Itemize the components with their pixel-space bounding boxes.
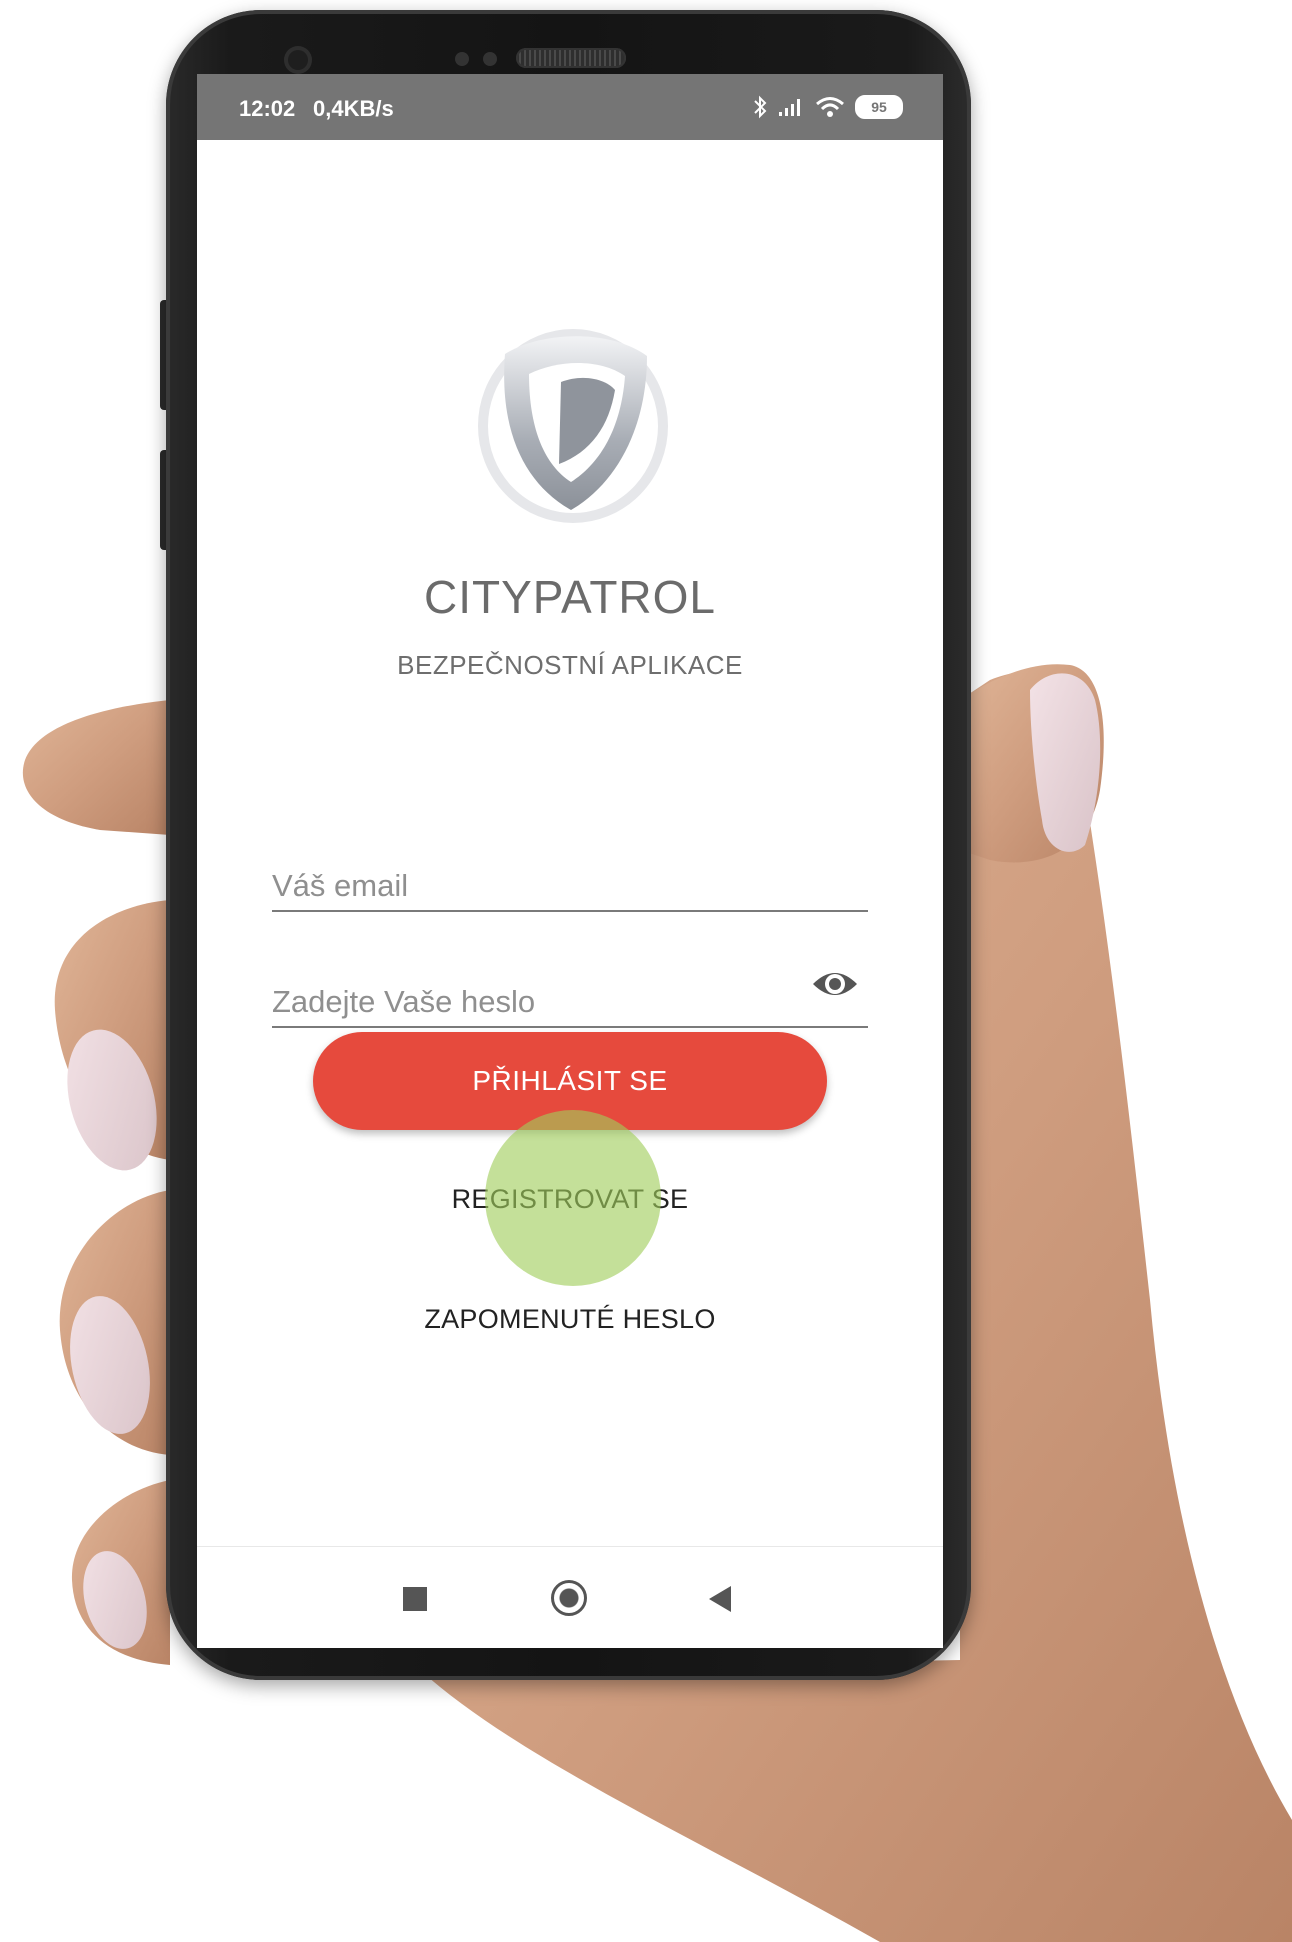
password-field[interactable] — [272, 984, 812, 1020]
sensor-icon — [455, 52, 469, 66]
email-field[interactable] — [272, 868, 812, 904]
battery-icon: 95 — [855, 95, 903, 119]
navigation-bar — [197, 1546, 943, 1648]
email-field-container — [272, 848, 868, 912]
login-button[interactable]: PŘIHLÁSIT SE — [313, 1032, 827, 1130]
wifi-icon — [816, 97, 844, 117]
front-camera-icon — [284, 46, 312, 74]
app-screen: 12:02 0,4KB/s 95 CITYPATROL BEZPEČNOSTNÍ… — [197, 74, 943, 1648]
password-field-container — [272, 964, 868, 1028]
signal-icon — [779, 99, 800, 116]
sensor-icon — [483, 52, 497, 66]
status-icons: 95 — [753, 92, 903, 122]
app-subtitle: BEZPEČNOSTNÍ APLIKACE — [397, 650, 743, 680]
forgot-password-link[interactable]: ZAPOMENUTÉ HESLO — [197, 1304, 943, 1335]
status-network-speed: 0,4KB/s — [313, 96, 394, 121]
bluetooth-icon — [754, 95, 767, 119]
triangle-back-icon[interactable] — [709, 1586, 731, 1612]
app-title: CITYPATROL — [424, 571, 716, 623]
circle-home-icon[interactable] — [551, 1580, 587, 1616]
eye-icon[interactable] — [810, 964, 860, 1004]
status-time: 12:02 — [239, 96, 296, 121]
square-recents-icon[interactable] — [403, 1587, 427, 1611]
register-link[interactable]: REGISTROVAT SE — [197, 1184, 943, 1215]
earpiece-speaker — [516, 48, 626, 68]
shield-logo-icon — [478, 329, 668, 523]
status-bar: 12:02 0,4KB/s 95 — [197, 74, 943, 140]
